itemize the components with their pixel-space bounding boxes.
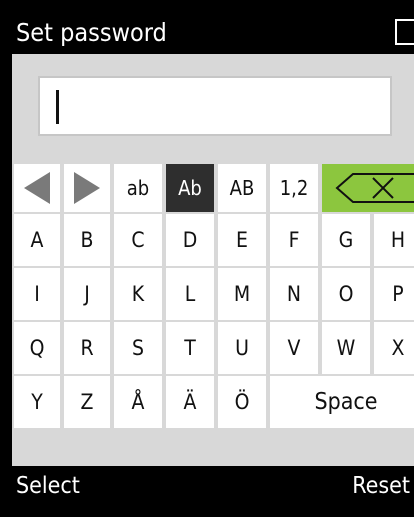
letter-key[interactable]: A bbox=[14, 214, 60, 266]
letter-key[interactable]: Z bbox=[64, 376, 110, 428]
battery-icon bbox=[395, 19, 414, 45]
letter-key[interactable]: F bbox=[270, 214, 318, 266]
letter-key[interactable]: T bbox=[166, 322, 214, 374]
backspace-key[interactable] bbox=[322, 164, 414, 212]
letter-key[interactable]: Å bbox=[114, 376, 162, 428]
mode-uppercase-key[interactable]: AB bbox=[218, 164, 266, 212]
arrow-right-icon bbox=[74, 172, 100, 204]
letter-key[interactable]: S bbox=[114, 322, 162, 374]
backspace-icon bbox=[335, 173, 414, 203]
mode-capitalize-key[interactable]: Ab bbox=[166, 164, 214, 212]
letter-key[interactable]: Y bbox=[14, 376, 60, 428]
phone-screen: Set password ab Ab AB 1,2 A B C D E F G … bbox=[12, 12, 414, 506]
text-caret bbox=[56, 90, 59, 124]
mode-numeric-key[interactable]: 1,2 bbox=[270, 164, 318, 212]
letter-key[interactable]: C bbox=[114, 214, 162, 266]
space-key[interactable]: Space bbox=[270, 376, 414, 428]
letter-key[interactable]: Ä bbox=[166, 376, 214, 428]
mode-lowercase-key[interactable]: ab bbox=[114, 164, 162, 212]
letter-key[interactable]: J bbox=[64, 268, 110, 320]
letter-key[interactable]: O bbox=[322, 268, 370, 320]
letter-key[interactable]: H bbox=[374, 214, 414, 266]
letter-key[interactable]: B bbox=[64, 214, 110, 266]
letter-key[interactable]: I bbox=[14, 268, 60, 320]
letter-key[interactable]: W bbox=[322, 322, 370, 374]
letter-key[interactable]: K bbox=[114, 268, 162, 320]
letter-key[interactable]: M bbox=[218, 268, 266, 320]
cursor-right-key[interactable] bbox=[64, 164, 110, 212]
page-title: Set password bbox=[16, 18, 167, 47]
letter-key[interactable]: U bbox=[218, 322, 266, 374]
cursor-left-key[interactable] bbox=[14, 164, 60, 212]
arrow-left-icon bbox=[24, 172, 50, 204]
letter-key[interactable]: E bbox=[218, 214, 266, 266]
letter-key[interactable]: X bbox=[374, 322, 414, 374]
letter-key[interactable]: D bbox=[166, 214, 214, 266]
password-input[interactable] bbox=[38, 76, 392, 136]
soft-key-bar: Select Reset bbox=[12, 466, 414, 506]
input-area bbox=[12, 54, 414, 164]
letter-key[interactable]: Ö bbox=[218, 376, 266, 428]
letter-key[interactable]: V bbox=[270, 322, 318, 374]
title-bar: Set password bbox=[12, 12, 414, 54]
letter-key[interactable]: Q bbox=[14, 322, 60, 374]
letter-key[interactable]: N bbox=[270, 268, 318, 320]
letter-key[interactable]: L bbox=[166, 268, 214, 320]
letter-key[interactable]: R bbox=[64, 322, 110, 374]
select-softkey[interactable]: Select bbox=[16, 470, 80, 502]
reset-softkey[interactable]: Reset bbox=[352, 470, 410, 502]
letter-key[interactable]: G bbox=[322, 214, 370, 266]
letter-key[interactable]: P bbox=[374, 268, 414, 320]
